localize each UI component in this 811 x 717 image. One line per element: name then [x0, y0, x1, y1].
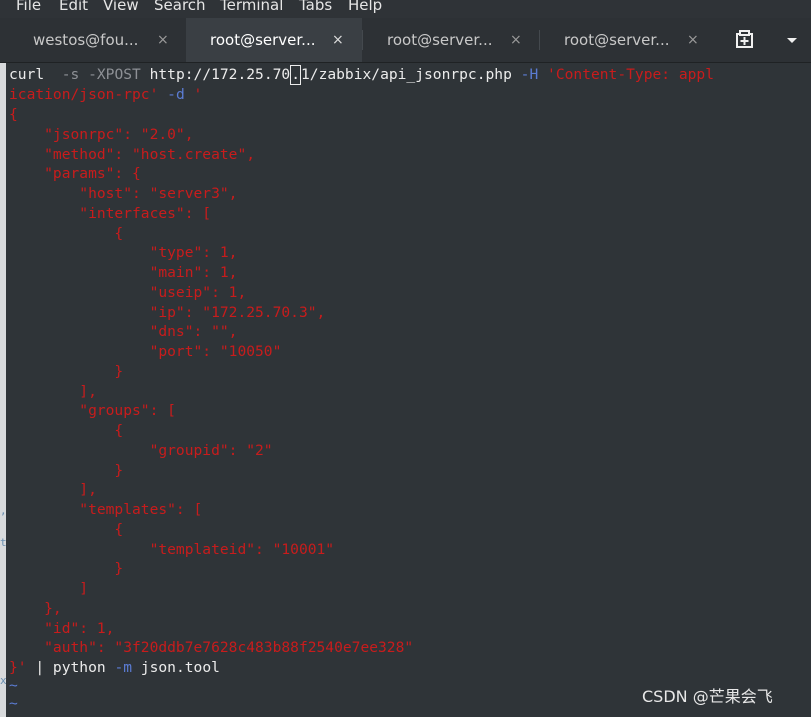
command-line-1: curl -s -XPOST http://172.25.70.1/zabbix… — [9, 65, 714, 85]
close-icon[interactable]: × — [157, 30, 169, 50]
json-line: { — [9, 520, 124, 538]
menu-edit[interactable]: Edit — [59, 0, 88, 15]
menu-bar: File Edit View Search Terminal Tabs Help — [0, 0, 811, 18]
curl-command: curl — [9, 66, 45, 83]
tab-label: root@server... — [387, 31, 493, 49]
tab-root-server-2[interactable]: root@server... × — [363, 18, 539, 62]
json-line: ], — [9, 382, 97, 400]
header-value: 'Content-Type: appl — [547, 66, 714, 83]
new-tab-icon — [736, 30, 753, 48]
close-icon[interactable]: × — [687, 30, 699, 50]
json-line: "method": "host.create", — [9, 145, 256, 163]
close-icon[interactable]: × — [510, 30, 522, 50]
json-line: "port": "10050" — [9, 343, 282, 360]
menu-search[interactable]: Search — [154, 0, 206, 15]
tilde-line: ~ — [9, 695, 18, 712]
tilde-line: ~ — [9, 677, 18, 694]
terminal-content[interactable]: curl -s -XPOST http://172.25.70.1/zabbix… — [6, 63, 811, 717]
json-line: "groupid": "2" — [9, 441, 273, 459]
json-line: "groups": [ — [9, 402, 176, 420]
menu-terminal[interactable]: Terminal — [220, 0, 283, 15]
json-line: { — [9, 224, 124, 242]
json-line: }, — [9, 599, 62, 617]
header-flag: -H — [520, 66, 539, 83]
json-line: "params": { — [9, 165, 141, 183]
json-line: "auth": "3f20ddb7e7628c483b88f2540e7ee32… — [9, 639, 414, 657]
json-line: "templates": [ — [9, 501, 203, 518]
menu-tabs[interactable]: Tabs — [299, 0, 332, 15]
header-value-cont: ication/json-rpc' — [9, 86, 159, 103]
tab-bar: westos@fou... × root@server... × root@se… — [0, 18, 811, 63]
json-line: "jsonrpc": "2.0", — [9, 125, 194, 143]
watermark: CSDN @芒果会飞 — [642, 687, 773, 706]
json-line: "dns": "", — [9, 323, 238, 341]
chevron-down-icon — [787, 38, 797, 43]
tab-label: westos@fou... — [33, 31, 139, 49]
json-line: "main": 1, — [9, 264, 238, 281]
json-line: "templateid": "10001" — [9, 540, 335, 558]
quote-open: ' — [193, 86, 203, 103]
command-line-2: ication/json-rpc' -d ' — [9, 85, 202, 105]
json-line: } — [9, 560, 124, 578]
close-icon[interactable]: × — [332, 30, 344, 50]
module-name: json.tool — [132, 659, 220, 676]
menu-help[interactable]: Help — [348, 0, 382, 15]
json-line: { — [9, 106, 18, 123]
json-line: "id": 1, — [9, 619, 115, 637]
command-line-closing: }' | python -m json.tool — [9, 658, 220, 678]
url-part-2: 1/zabbix/api_jsonrpc.php — [301, 66, 512, 83]
tab-label: root@server... — [564, 31, 670, 49]
text-cursor: . — [290, 65, 301, 85]
menu-view[interactable]: View — [103, 0, 139, 15]
url-part-1: http://172.25.70 — [149, 66, 291, 83]
json-line: "interfaces": [ — [9, 204, 212, 222]
module-flag: -m — [114, 659, 133, 676]
json-line: } — [9, 461, 124, 479]
json-line: ], — [9, 481, 97, 499]
new-tab-button[interactable] — [733, 28, 757, 52]
tab-root-server-3[interactable]: root@server... × — [540, 18, 718, 62]
terminal-menu-button[interactable] — [780, 28, 804, 52]
quote-close: }' — [9, 659, 27, 676]
menu-file[interactable]: File — [16, 0, 41, 15]
curl-flags: -s -XPOST — [61, 66, 141, 83]
json-line: { — [9, 422, 124, 439]
json-line: "host": "server3", — [9, 185, 238, 202]
tab-westos[interactable]: westos@fou... × — [10, 18, 185, 62]
json-line: "useip": 1, — [9, 283, 247, 301]
json-line: "ip": "172.25.70.3", — [9, 303, 326, 321]
tab-root-server-active[interactable]: root@server... × — [186, 18, 362, 62]
pipe-python: | python — [26, 659, 115, 676]
json-line: ] — [9, 580, 89, 597]
json-line: "type": 1, — [9, 244, 238, 262]
tab-label: root@server... — [210, 31, 316, 49]
data-flag: -d — [167, 86, 185, 103]
json-line: } — [9, 362, 124, 380]
